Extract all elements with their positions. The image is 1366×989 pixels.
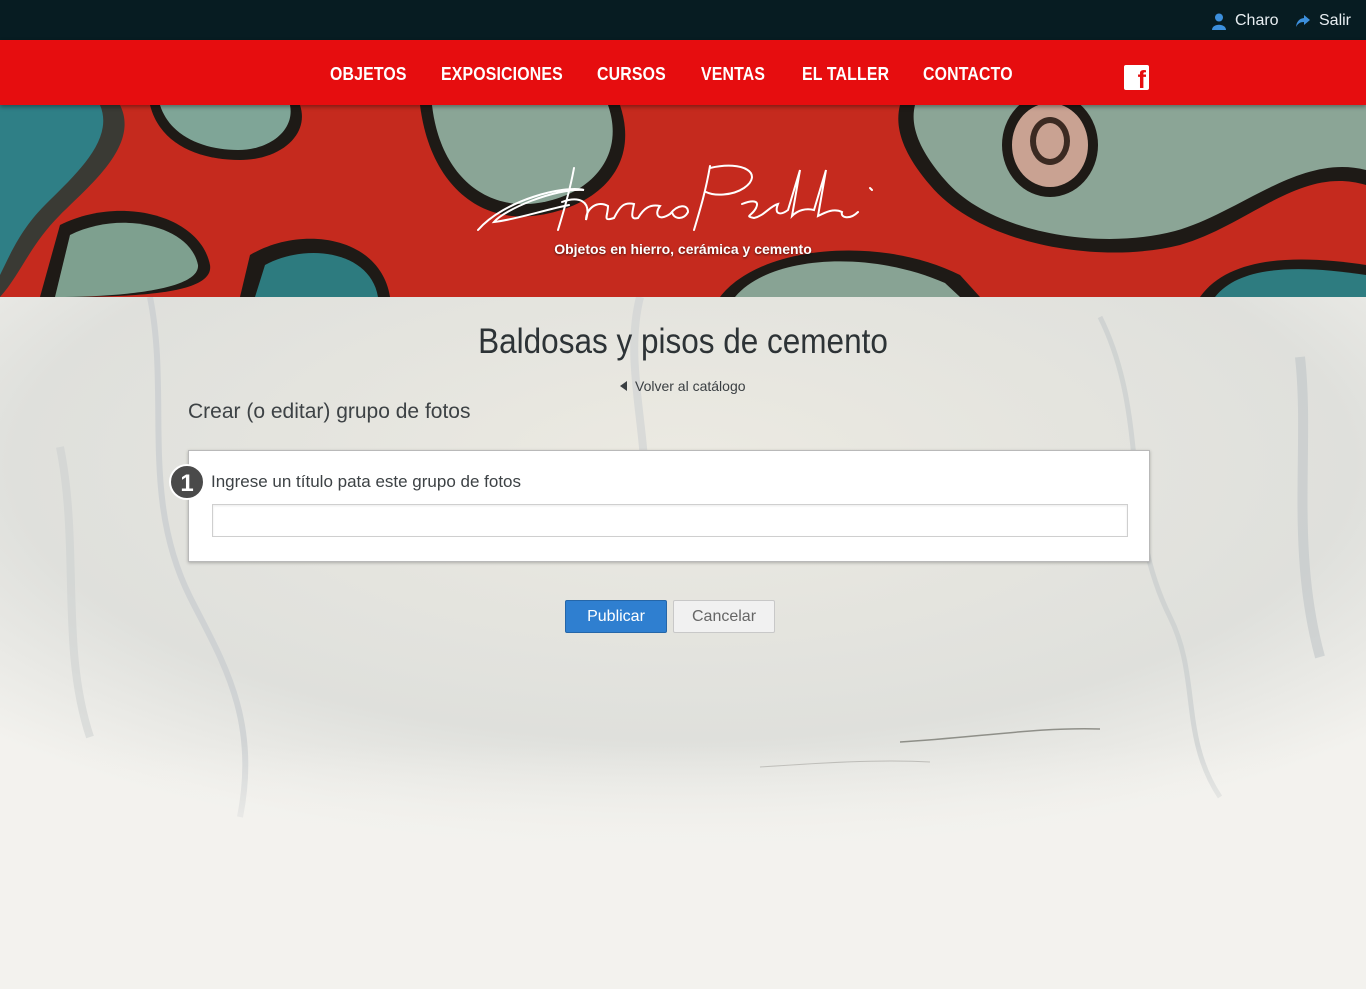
back-to-catalog-link[interactable]: Volver al catálogo: [620, 378, 746, 394]
caret-left-icon: [620, 381, 627, 391]
group-title-label: Ingrese un título pata este grupo de fot…: [211, 472, 521, 491]
cancel-button[interactable]: Cancelar: [673, 600, 775, 633]
back-to-catalog-label: Volver al catálogo: [635, 378, 746, 394]
facebook-icon[interactable]: f: [1124, 65, 1149, 93]
page-title: Baldosas y pisos de cemento: [478, 322, 888, 361]
nav-item-objetos[interactable]: OBJETOS: [330, 64, 407, 85]
section-title: Crear (o editar) grupo de fotos: [188, 400, 471, 423]
nav-item-el-taller[interactable]: EL TALLER: [802, 64, 889, 85]
main-nav: OBJETOS EXPOSICIONES CURSOS VENTAS EL TA…: [0, 40, 1366, 105]
nav-item-exposiciones[interactable]: EXPOSICIONES: [441, 64, 563, 85]
main-content: Baldosas y pisos de cemento Volver al ca…: [0, 0, 1366, 989]
nav-item-contacto[interactable]: CONTACTO: [923, 64, 1013, 85]
nav-item-ventas[interactable]: VENTAS: [701, 64, 765, 85]
step-number-badge: 1: [169, 464, 205, 500]
group-title-input[interactable]: [212, 504, 1128, 537]
publish-button[interactable]: Publicar: [565, 600, 667, 633]
nav-item-cursos[interactable]: CURSOS: [597, 64, 666, 85]
